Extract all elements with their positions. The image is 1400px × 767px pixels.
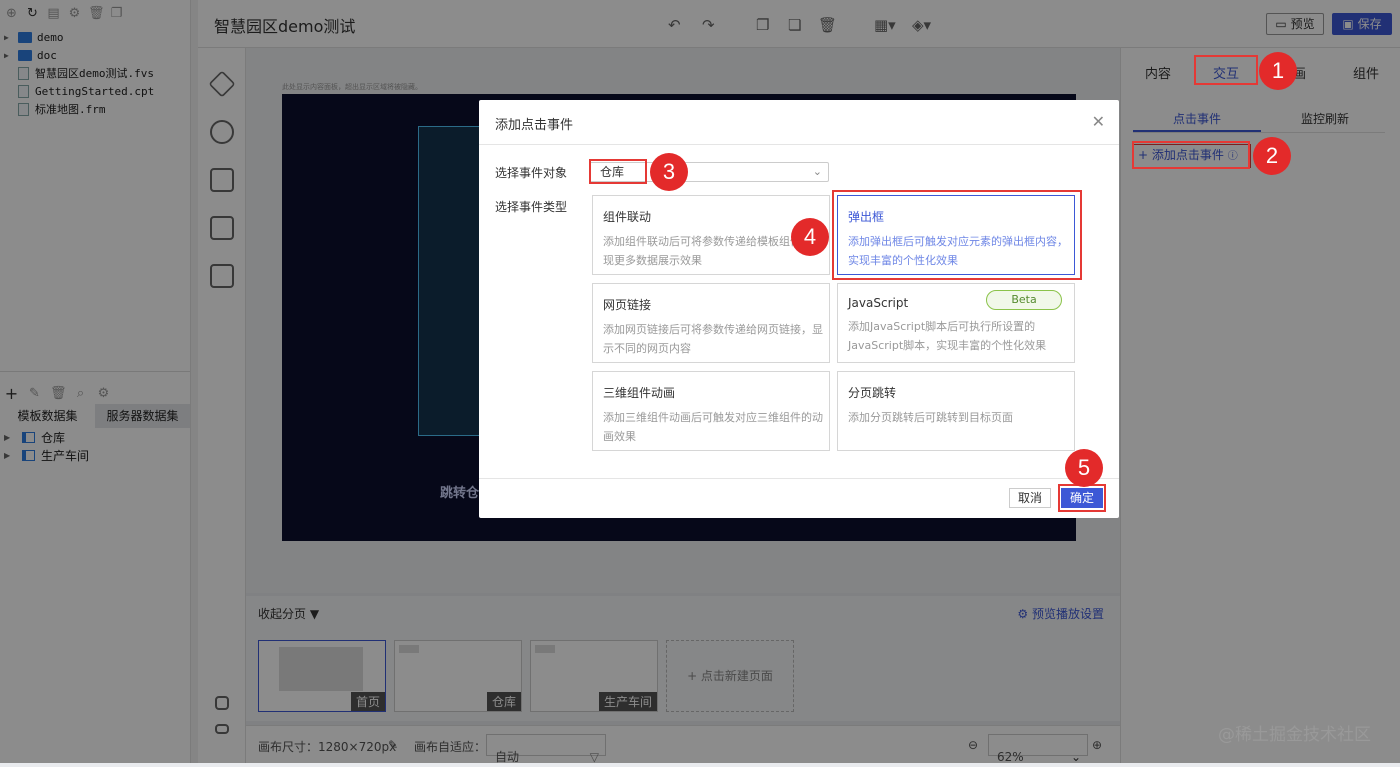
event-type-card[interactable]: 网页链接 添加网页链接后可将参数传递给网页链接，显示不同的网页内容 <box>592 283 830 363</box>
watermark: @稀土掘金技术社区 <box>1218 725 1371 745</box>
target-label: 选择事件对象 <box>495 166 568 180</box>
annotation-box <box>1132 141 1250 169</box>
chevron-down-icon: ⌄ <box>812 165 822 178</box>
annotation-box <box>1194 55 1258 85</box>
beta-badge: Beta <box>986 290 1062 310</box>
divider <box>479 144 1119 145</box>
annotation-number: 2 <box>1253 137 1291 175</box>
annotation-box <box>589 159 647 184</box>
annotation-number: 5 <box>1065 449 1103 487</box>
type-label: 选择事件类型 <box>495 200 568 214</box>
event-type-card[interactable]: JavaScript 添加JavaScript脚本后可执行所设置的JavaScri… <box>837 283 1075 363</box>
cancel-button[interactable]: 取消 <box>1009 488 1051 508</box>
annotation-number: 1 <box>1259 52 1297 90</box>
annotation-number: 3 <box>650 153 688 191</box>
annotation-box <box>1058 484 1106 512</box>
close-icon[interactable]: ✕ <box>1092 112 1105 131</box>
dialog-title: 添加点击事件 <box>495 118 574 133</box>
annotation-box <box>832 190 1082 280</box>
add-click-event-dialog: 添加点击事件 ✕ 选择事件对象 仓库 ⌄ 选择事件类型 组件联动 添加组件联动后可将… <box>479 100 1119 518</box>
event-type-card[interactable]: 三维组件动画 添加三维组件动画后可触发对应三维组件的动画效果 <box>592 371 830 451</box>
event-type-card[interactable]: 分页跳转 添加分页跳转后可跳转到目标页面 <box>837 371 1075 451</box>
annotation-number: 4 <box>791 218 829 256</box>
divider <box>479 478 1119 479</box>
